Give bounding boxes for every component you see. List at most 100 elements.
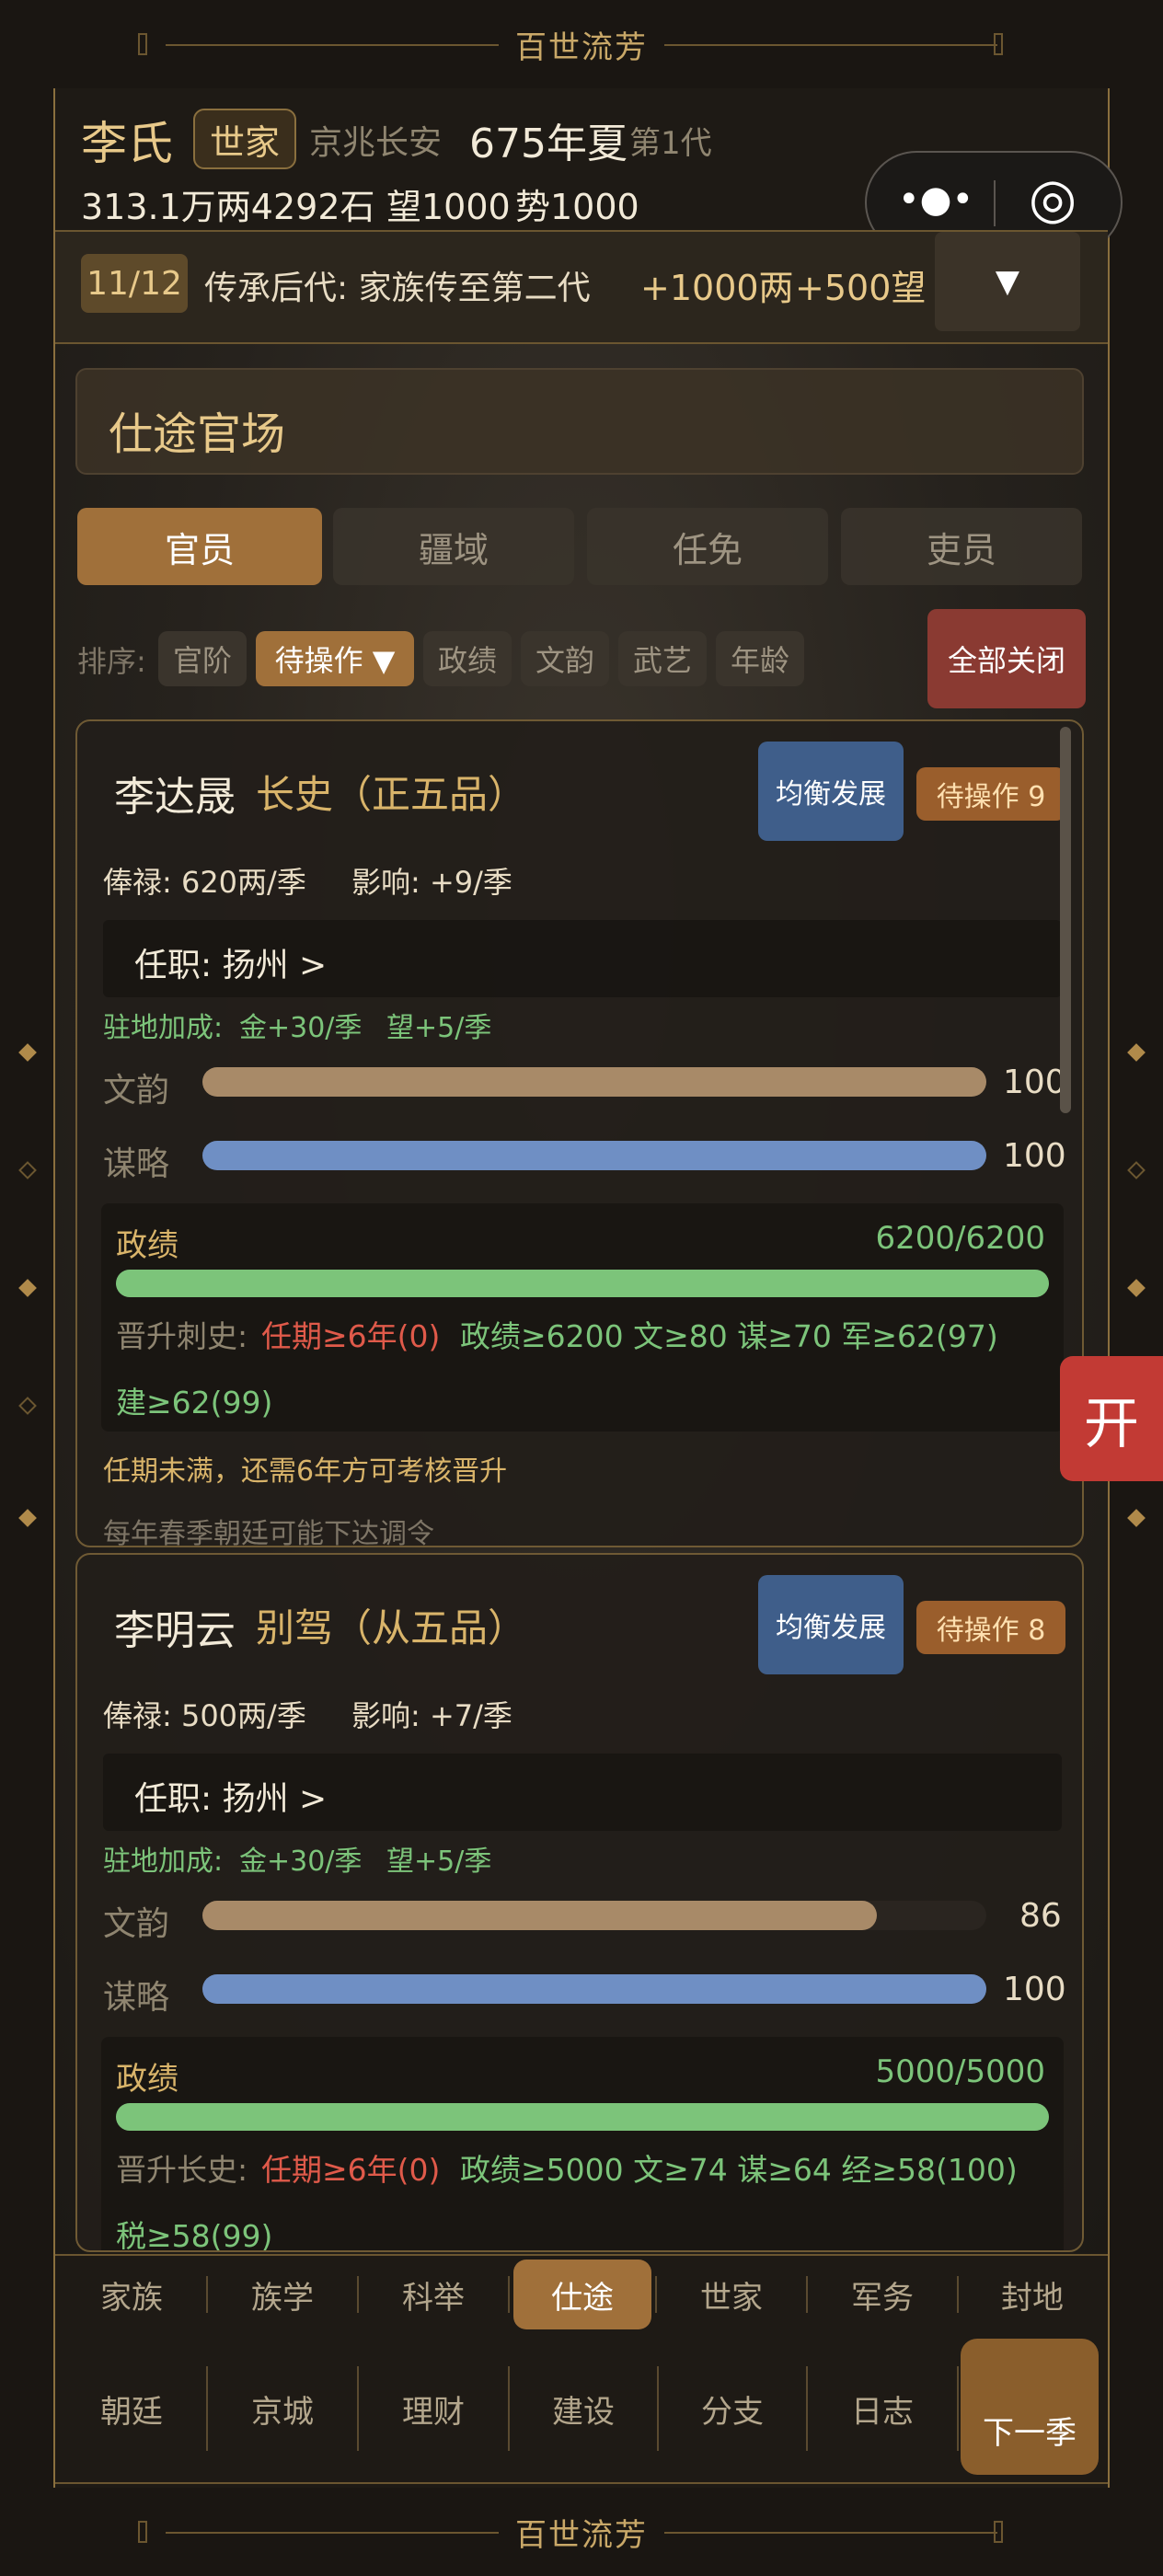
sort-pending[interactable]: 待操作 ▼ [256,631,414,686]
sort-merit[interactable]: 政绩 [423,631,512,686]
resources-text: 313.1万两4292石 [81,187,375,227]
nav-branches[interactable]: 分支 [659,2366,806,2451]
tab-officials[interactable]: 官员 [77,508,322,585]
influence-text: 影响: +7/季 [351,1698,512,1733]
attr-literary-value: 100 [1003,1064,1066,1101]
garrison-label: 驻地加成: [103,1012,224,1044]
salary-text: 俸禄: 620两/季 [103,865,306,900]
tenure-note: 任期未满，还需6年方可考核晋升 [103,1455,508,1488]
merit-panel: 政绩 5000/5000 晋升长史: 任期≥6年(0) 政绩≥5000 文≥74… [101,2037,1064,2252]
app-title: 百世流芳 [499,21,664,67]
merit-label: 政绩 [116,2061,178,2098]
quest-reward-prestige: +500望 [795,268,927,308]
sort-martial[interactable]: 武艺 [618,631,707,686]
merit-value: 6200/6200 [875,1220,1045,1257]
section-header: 仕途官场 [75,368,1084,475]
strategy-button[interactable]: 均衡发展 [758,742,904,841]
decree-note: 每年春季朝廷可能下达调令 [103,1518,434,1547]
official-card: 李达晟 长史（正五品） 均衡发展 待操作 9 俸禄: 620两/季 影响: +9… [75,719,1084,1547]
family-surname: 李氏 [81,117,173,170]
generation-text: 第1代 [629,125,712,162]
pending-badge[interactable]: 待操作 8 [916,1601,1065,1654]
nav-capital[interactable]: 京城 [208,2366,357,2451]
attr-literary-value: 86 [1019,1897,1062,1935]
attr-strategy-bar [202,1974,986,2004]
salary-text: 俸禄: 500两/季 [103,1698,306,1733]
card-scrollbar[interactable] [1060,727,1071,1113]
merit-bar [116,2103,1049,2131]
quest-bar: 11/12 传承后代: 家族传至第二代 +1000两 +500望 ▼ [55,230,1108,344]
merit-bar [116,1270,1049,1297]
record-icon[interactable]: ◎ [1029,171,1077,226]
quest-reward-money: +1000两 [640,268,794,308]
promotion-requirements-more: 税≥58(99) [116,2218,273,2252]
quest-toggle-button[interactable]: ▼ [935,232,1080,331]
garrison-prestige: 望+5/季 [386,1012,492,1044]
sort-age[interactable]: 年龄 [716,631,804,686]
promotion-tenure: 任期≥6年(0) [261,2152,441,2188]
attr-strategy-value: 100 [1003,1971,1066,2008]
nav-construction[interactable]: 建设 [510,2366,657,2451]
next-season-button[interactable]: 下一季 [961,2339,1099,2475]
tab-territory[interactable]: 疆域 [333,508,574,585]
pending-badge[interactable]: 待操作 9 [916,767,1065,821]
garrison-money: 金+30/季 [239,1846,363,1878]
nav-finance[interactable]: 理财 [359,2366,508,2451]
prestige-text: 望1000 [386,187,511,227]
attr-strategy-label: 谋略 [103,1979,170,2017]
power-text: 势1000 [515,187,639,227]
promotion-requirements-more: 建≥62(99) [116,1385,273,1420]
attr-strategy-bar [202,1141,986,1170]
location-text: 京兆长安 [309,124,443,162]
nav-court[interactable]: 朝廷 [57,2366,206,2451]
promotion-label: 晋升刺史: [116,1318,248,1354]
promotion-label: 晋升长史: [116,2152,248,2188]
official-name: 李明云 [114,1607,236,1654]
attr-literary-label: 文韵 [103,1072,170,1110]
influence-text: 影响: +9/季 [351,865,512,900]
assignment-row[interactable]: 任职: 扬州 > [103,920,1062,997]
assignment-text: 任职: 扬州 > [134,1780,328,1818]
garrison-prestige: 望+5/季 [386,1846,492,1878]
sort-literary[interactable]: 文韵 [521,631,609,686]
nav-family[interactable]: 家族 [57,2260,206,2329]
season-text: 675年夏 [469,121,628,167]
nav-log[interactable]: 日志 [808,2366,957,2451]
official-post: 别驾（从五品） [256,1605,527,1650]
nav-clan-school[interactable]: 族学 [208,2260,357,2329]
nav-exam[interactable]: 科举 [359,2260,508,2329]
attr-literary-label: 文韵 [103,1905,170,1943]
strategy-button[interactable]: 均衡发展 [758,1575,904,1674]
side-open-button[interactable]: 开 [1060,1356,1163,1481]
merit-value: 5000/5000 [875,2053,1045,2090]
close-all-button[interactable]: 全部关闭 [927,609,1086,708]
bottom-title-bar: 百世流芳 [0,2488,1163,2576]
quest-progress: 11/12 [81,254,188,313]
assignment-text: 任职: 扬州 > [134,947,328,984]
official-post: 长史（正五品） [256,772,527,817]
nav-noble-houses[interactable]: 世家 [657,2260,806,2329]
garrison-money: 金+30/季 [239,1012,363,1044]
attr-strategy-value: 100 [1003,1137,1066,1175]
merit-panel: 政绩 6200/6200 晋升刺史: 任期≥6年(0) 政绩≥6200 文≥80… [101,1203,1064,1432]
garrison-label: 驻地加成: [103,1846,224,1878]
promotion-requirements: 政绩≥5000 文≥74 谋≥64 经≥58(100) [460,2152,1018,2188]
nav-career[interactable]: 仕途 [513,2260,651,2329]
section-title: 仕途官场 [109,408,286,460]
attr-strategy-label: 谋略 [103,1145,170,1183]
quest-text: 传承后代: 家族传至第二代 [204,270,591,307]
promotion-requirements: 政绩≥6200 文≥80 谋≥70 军≥62(97) [460,1318,998,1354]
more-icon[interactable]: •●• [898,178,973,221]
merit-label: 政绩 [116,1227,178,1264]
app-title-footer: 百世流芳 [499,2509,664,2555]
assignment-row[interactable]: 任职: 扬州 > [103,1754,1062,1831]
nav-fief[interactable]: 封地 [959,2260,1106,2329]
attr-literary-bar [202,1067,986,1097]
sort-rank[interactable]: 官阶 [158,631,247,686]
tab-clerks[interactable]: 吏员 [841,508,1082,585]
official-card: 李明云 别驾（从五品） 均衡发展 待操作 8 俸禄: 500两/季 影响: +7… [75,1553,1084,2252]
nav-military[interactable]: 军务 [808,2260,957,2329]
tab-appointments[interactable]: 任免 [587,508,828,585]
sort-label: 排序: [77,644,146,679]
promotion-tenure: 任期≥6年(0) [261,1318,441,1354]
